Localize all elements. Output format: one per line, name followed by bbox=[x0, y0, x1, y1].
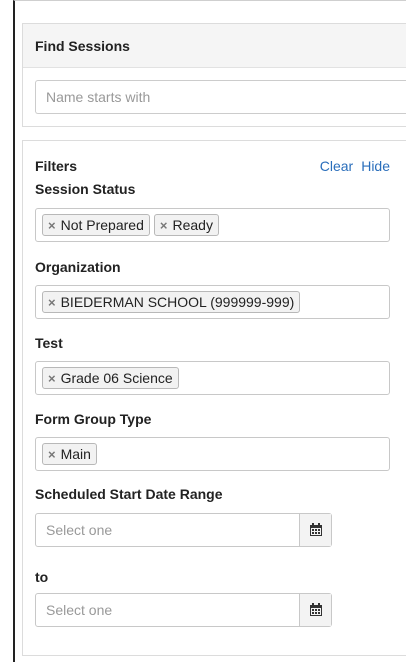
session-status-select[interactable]: × Not Prepared × Ready bbox=[35, 208, 390, 242]
search-placeholder: Name starts with bbox=[46, 89, 151, 105]
test-label: Test bbox=[35, 335, 63, 351]
start-date-picker[interactable]: Select one bbox=[35, 513, 332, 547]
end-date-picker[interactable]: Select one bbox=[35, 593, 332, 627]
tag-label: Main bbox=[60, 446, 91, 462]
tag-label: BIEDERMAN SCHOOL (999999-999) bbox=[60, 294, 295, 310]
tag-organization[interactable]: × BIEDERMAN SCHOOL (999999-999) bbox=[42, 291, 301, 313]
calendar-icon-glyph bbox=[309, 523, 322, 536]
remove-tag-icon[interactable]: × bbox=[48, 371, 56, 386]
tag-test[interactable]: × Grade 06 Science bbox=[42, 367, 179, 389]
find-sessions-header: Find Sessions bbox=[23, 24, 406, 68]
end-date-placeholder: Select one bbox=[46, 602, 113, 618]
find-sessions-panel: Find Sessions Name starts with bbox=[22, 23, 406, 127]
filters-title: Filters bbox=[35, 158, 78, 174]
hide-filters-link[interactable]: Hide bbox=[361, 158, 390, 174]
remove-tag-icon[interactable]: × bbox=[160, 218, 168, 233]
clear-filters-link[interactable]: Clear bbox=[320, 158, 353, 174]
remove-tag-icon[interactable]: × bbox=[48, 295, 56, 310]
organization-select[interactable]: × BIEDERMAN SCHOOL (999999-999) bbox=[35, 285, 390, 319]
calendar-icon-glyph bbox=[309, 603, 322, 616]
date-range-label: Scheduled Start Date Range bbox=[35, 486, 223, 502]
tag-label: Grade 06 Science bbox=[60, 370, 173, 386]
test-select[interactable]: × Grade 06 Science bbox=[35, 361, 390, 395]
start-date-input[interactable]: Select one bbox=[36, 514, 299, 546]
tag-ready[interactable]: × Ready bbox=[153, 214, 219, 236]
start-date-placeholder: Select one bbox=[46, 522, 113, 538]
filters-links: Clear Hide bbox=[320, 158, 390, 174]
calendar-icon[interactable] bbox=[299, 594, 331, 626]
tag-label: Ready bbox=[172, 217, 213, 233]
end-date-input[interactable]: Select one bbox=[36, 594, 299, 626]
tag-label: Not Prepared bbox=[60, 217, 144, 233]
session-status-label: Session Status bbox=[35, 181, 136, 197]
session-name-search-input[interactable]: Name starts with bbox=[35, 80, 406, 114]
form-group-type-select[interactable]: × Main bbox=[35, 437, 390, 471]
tag-not-prepared[interactable]: × Not Prepared bbox=[42, 214, 150, 236]
remove-tag-icon[interactable]: × bbox=[48, 218, 56, 233]
tag-form-group-type[interactable]: × Main bbox=[42, 443, 97, 465]
to-label: to bbox=[35, 569, 49, 585]
find-sessions-title: Find Sessions bbox=[35, 37, 130, 54]
calendar-icon[interactable] bbox=[299, 514, 331, 546]
filters-panel: Filters Clear Hide Session Status × Not P… bbox=[22, 140, 406, 656]
organization-label: Organization bbox=[35, 259, 121, 275]
form-group-type-label: Form Group Type bbox=[35, 411, 152, 427]
remove-tag-icon[interactable]: × bbox=[48, 447, 56, 462]
